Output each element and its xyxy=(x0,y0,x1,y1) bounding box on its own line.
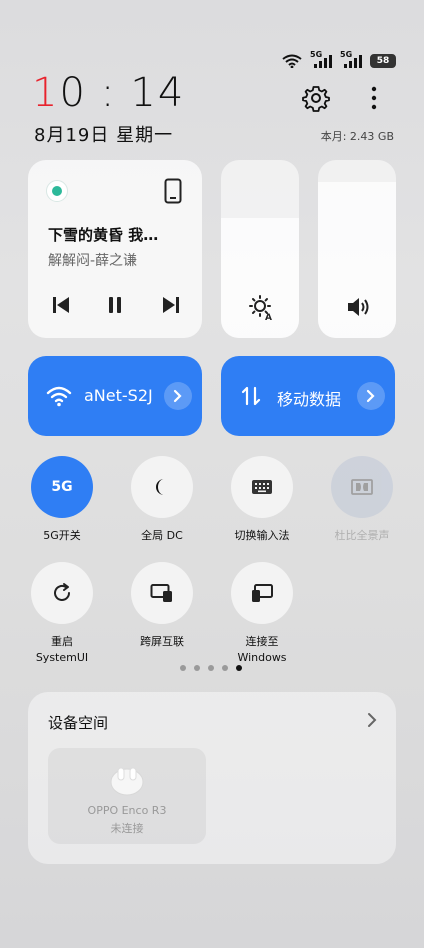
input-method-button[interactable] xyxy=(231,456,293,518)
tile-input-method[interactable]: 切换输入法 xyxy=(212,456,312,544)
date-label: 8月19日 星期一 xyxy=(34,125,174,146)
battery-icon: 58 xyxy=(370,54,396,68)
wifi-network-name: aNet-S2J xyxy=(84,386,153,405)
device-name: OPPO Enco R3 xyxy=(87,804,167,817)
chevron-right-icon xyxy=(366,389,375,403)
restart-systemui-button[interactable] xyxy=(31,562,93,624)
tile-label-line1: 跨屏互联 xyxy=(140,635,184,648)
windows-connect-icon xyxy=(252,584,273,602)
media-player-card[interactable]: 下雪的黄昏 我… 解解闷-薛之谦 xyxy=(28,160,202,338)
clock-minutes: 14 xyxy=(130,70,186,116)
wifi-icon xyxy=(46,386,72,407)
device-item[interactable]: OPPO Enco R3 未连接 xyxy=(48,748,206,844)
mobile-data-icon xyxy=(241,386,261,406)
connect-windows-button[interactable] xyxy=(231,562,293,624)
clock: 1 0:14 xyxy=(32,70,185,116)
song-title: 下雪的黄昏 我… xyxy=(48,226,159,244)
device-space-card[interactable]: 设备空间 OPPO Enco R3 未连接 xyxy=(28,692,396,864)
battery-level: 58 xyxy=(376,56,390,66)
5g-toggle-button[interactable]: 5G xyxy=(31,456,93,518)
page-dot[interactable] xyxy=(180,665,186,671)
clock-separator: : xyxy=(100,70,117,116)
auto-brightness-icon: A xyxy=(249,295,272,320)
mobile-data-toggle[interactable]: 移动数据 xyxy=(221,356,395,436)
output-device-icon[interactable] xyxy=(164,178,182,204)
cross-screen-button[interactable] xyxy=(131,562,193,624)
mobile-data-label: 移动数据 xyxy=(277,390,342,409)
moon-icon xyxy=(156,479,164,495)
tile-label: 全局 DC xyxy=(141,529,183,542)
dc-toggle-button[interactable] xyxy=(131,456,193,518)
signal-sim2-icon: 5G xyxy=(340,50,362,68)
tile-label: 重启 SystemUI xyxy=(12,634,112,666)
status-bar: 5G 5G 58 xyxy=(282,50,396,68)
page-dot[interactable] xyxy=(222,665,228,671)
clock-hour-first: 1 xyxy=(32,70,60,116)
pause-icon[interactable] xyxy=(104,294,126,316)
5g-icon: 5G xyxy=(51,479,73,495)
page-dot-active[interactable] xyxy=(236,665,242,671)
tile-label: 跨屏互联 xyxy=(112,634,212,650)
svg-text:A: A xyxy=(265,313,272,320)
chevron-right-icon xyxy=(173,389,182,403)
settings-gear-icon[interactable] xyxy=(302,84,330,112)
device-space-title: 设备空间 xyxy=(48,714,109,732)
tile-restart-systemui[interactable]: 重启 SystemUI xyxy=(12,562,112,666)
device-status: 未连接 xyxy=(110,822,144,835)
brightness-slider[interactable]: A xyxy=(221,160,299,338)
tile-label: 连接至 Windows xyxy=(212,634,312,666)
signal-sim1-icon: 5G xyxy=(310,50,332,68)
earbuds-case-icon xyxy=(110,767,144,796)
wifi-toggle[interactable]: aNet-S2J xyxy=(28,356,202,436)
wifi-icon xyxy=(282,54,302,68)
clock-hour-rest: 0 xyxy=(59,70,87,116)
dolby-button[interactable] xyxy=(331,456,393,518)
wifi-details-button[interactable] xyxy=(164,382,192,410)
tile-connect-windows[interactable]: 连接至 Windows xyxy=(212,562,312,666)
tile-label: 5G开关 xyxy=(43,529,81,542)
page-dot[interactable] xyxy=(194,665,200,671)
dolby-icon xyxy=(351,479,373,495)
more-options-icon[interactable] xyxy=(364,84,384,112)
data-usage-label: 本月: 2.43 GB xyxy=(320,130,394,143)
tile-label-line2: Windows xyxy=(237,651,287,664)
tile-5g[interactable]: 5G 5G开关 xyxy=(12,456,112,544)
mobile-data-details-button[interactable] xyxy=(357,382,385,410)
tile-dolby[interactable]: 杜比全景声 xyxy=(312,456,412,544)
previous-track-icon[interactable] xyxy=(50,294,72,316)
page-indicator[interactable] xyxy=(180,665,242,671)
tile-label: 杜比全景声 xyxy=(334,529,390,542)
tile-label-line1: 连接至 xyxy=(245,635,279,648)
music-app-icon[interactable] xyxy=(46,180,68,202)
tile-dc-dimming[interactable]: 全局 DC xyxy=(112,456,212,544)
keyboard-icon xyxy=(252,480,272,494)
tile-label-line2: SystemUI xyxy=(35,651,89,664)
screen-connect-icon xyxy=(150,584,172,602)
tile-label-line1: 重启 xyxy=(51,635,73,648)
song-artist: 解解闷-薛之谦 xyxy=(48,253,138,269)
tile-label: 切换输入法 xyxy=(234,529,290,542)
tile-cross-screen[interactable]: 跨屏互联 xyxy=(112,562,212,650)
next-track-icon[interactable] xyxy=(160,294,182,316)
restart-icon xyxy=(54,583,70,601)
volume-icon xyxy=(348,298,369,316)
volume-slider[interactable] xyxy=(318,160,396,338)
page-dot[interactable] xyxy=(208,665,214,671)
chevron-right-icon[interactable] xyxy=(366,712,378,728)
